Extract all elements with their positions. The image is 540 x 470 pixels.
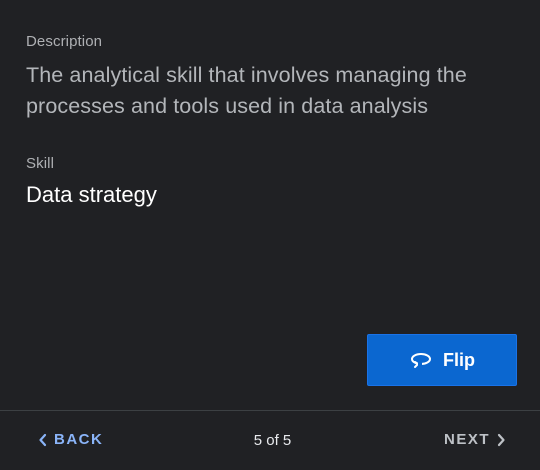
next-label: NEXT	[444, 431, 491, 448]
description-text: The analytical skill that involves manag…	[26, 63, 467, 118]
skill-text: Data strategy	[26, 182, 157, 207]
card-navigation: BACK 5 of 5 NEXT	[0, 410, 540, 470]
description-label: Description	[26, 33, 103, 50]
flip-label: Flip	[443, 349, 475, 370]
flip-button[interactable]: Flip	[367, 334, 517, 386]
next-button[interactable]: NEXT	[444, 431, 506, 448]
skill-label: Skill	[26, 155, 55, 172]
chevron-right-icon	[496, 433, 506, 447]
rotate-icon	[409, 351, 433, 369]
flashcard: Description The analytical skill that in…	[0, 0, 540, 410]
